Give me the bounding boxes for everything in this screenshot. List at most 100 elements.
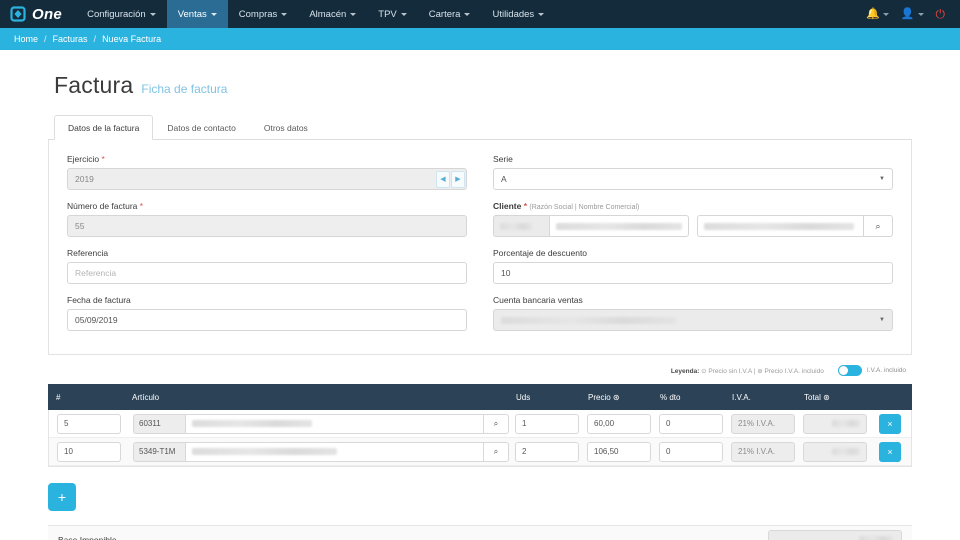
numero-factura-input[interactable]: 55 — [67, 215, 467, 237]
search-icon[interactable]: ⌕ — [863, 215, 893, 237]
cliente-comercial-input[interactable] — [697, 215, 863, 237]
row-total-input[interactable] — [803, 441, 867, 462]
field-serie: Serie A ▼ — [493, 154, 893, 190]
field-label: Serie — [493, 154, 513, 164]
bell-icon: 🔔 — [866, 7, 880, 20]
page-title: Factura Ficha de factura — [48, 50, 912, 109]
breadcrumb-item-home[interactable]: Home — [14, 34, 38, 44]
nav-item-tpv[interactable]: TPV — [367, 0, 417, 28]
redacted-value — [192, 420, 312, 427]
column-header-articulo: Artículo — [132, 392, 160, 402]
redacted-value — [859, 536, 893, 540]
fecha-factura-input[interactable]: 05/09/2019 — [67, 309, 467, 331]
delete-row-button[interactable]: × — [879, 441, 901, 462]
items-table-header: # Artículo Uds Precio ⊛ % dto I.V.A. Tot… — [48, 384, 912, 410]
user-menu-button[interactable]: 👤 — [896, 7, 929, 20]
table-row: 10 5349-T1M ⌕ 2 106,50 0 21% I.V.A. × — [49, 438, 911, 466]
nav-item-configuracion[interactable]: Configuración — [76, 0, 167, 28]
field-referencia: Referencia Referencia — [67, 248, 467, 284]
notifications-button[interactable]: 🔔 — [861, 7, 894, 20]
brand-logo[interactable]: One — [0, 0, 76, 28]
breadcrumb-separator: / — [44, 34, 47, 44]
logout-button[interactable]: ⏻ — [931, 8, 951, 20]
chevron-right-icon[interactable]: ▶ — [451, 170, 465, 188]
search-icon[interactable]: ⌕ — [483, 413, 509, 434]
power-icon: ⏻ — [935, 7, 946, 21]
row-dto-input[interactable]: 0 — [659, 441, 723, 462]
cuenta-bancaria-select[interactable]: ▼ — [493, 309, 893, 331]
total-row-base-imponible: Base Imponible — [48, 526, 912, 540]
nav-item-ventas[interactable]: Ventas — [166, 0, 228, 28]
nav-item-almacen[interactable]: Almacén — [298, 0, 367, 28]
field-hint: (Razón Social | Nombre Comercial) — [529, 204, 640, 211]
iva-toggle-label: I.V.A. incluido — [866, 367, 906, 374]
field-label: Cuenta bancaria ventas — [493, 295, 583, 305]
row-articulo-code[interactable]: 60311 — [133, 413, 185, 434]
nav-item-utilidades[interactable]: Utilidades — [481, 0, 555, 28]
nav-item-compras[interactable]: Compras — [228, 0, 299, 28]
row-iva-input[interactable]: 21% I.V.A. — [731, 413, 795, 434]
nav-item-label: Almacén — [309, 8, 347, 20]
user-icon: 👤 — [900, 7, 915, 20]
app-page: One Configuración Ventas Compras Almacén… — [0, 0, 960, 540]
breadcrumb-item-nueva-factura[interactable]: Nueva Factura — [102, 34, 161, 44]
nav-item-label: Compras — [238, 8, 278, 20]
field-label-text: Número de factura — [67, 201, 138, 211]
chevron-down-icon — [400, 12, 407, 16]
row-precio-input[interactable]: 60,00 — [587, 413, 651, 434]
porcentaje-descuento-input[interactable]: 10 — [493, 262, 893, 284]
row-precio-input[interactable]: 106,50 — [587, 441, 651, 462]
field-numero-factura: Número de factura * 55 — [67, 201, 467, 237]
tab-otros-datos[interactable]: Otros datos — [250, 115, 322, 140]
chevron-down-icon — [464, 12, 471, 16]
nav-item-cartera[interactable]: Cartera — [418, 0, 482, 28]
form-left-column: Ejercicio * 2019 ◀ ▶ Número de factura *… — [67, 154, 467, 342]
tab-bar: Datos de la factura Datos de contacto Ot… — [48, 115, 912, 140]
row-num-input[interactable]: 5 — [57, 413, 121, 434]
chevron-down-icon — [281, 12, 288, 16]
field-cliente: Cliente * (Razón Social | Nombre Comerci… — [493, 201, 893, 237]
search-icon[interactable]: ⌕ — [483, 441, 509, 462]
cliente-code-input[interactable] — [493, 215, 549, 237]
field-label: Referencia — [67, 248, 109, 258]
row-num-input[interactable]: 10 — [57, 441, 121, 462]
row-total-input[interactable] — [803, 413, 867, 434]
referencia-input[interactable]: Referencia — [67, 262, 467, 284]
row-articulo-group: 60311 ⌕ — [133, 413, 509, 434]
page-content: Factura Ficha de factura Datos de la fac… — [0, 50, 960, 540]
tab-datos-de-contacto[interactable]: Datos de contacto — [153, 115, 250, 140]
total-label: Base Imponible — [58, 534, 117, 540]
base-imponible-input[interactable] — [768, 529, 902, 540]
row-dto-input[interactable]: 0 — [659, 413, 723, 434]
ejercicio-input[interactable]: 2019 — [67, 168, 467, 190]
row-articulo-code[interactable]: 5349-T1M — [133, 441, 185, 462]
nav-menu: Configuración Ventas Compras Almacén TPV… — [76, 0, 555, 28]
add-line-button[interactable]: + — [48, 483, 76, 511]
tab-datos-de-la-factura[interactable]: Datos de la factura — [54, 115, 154, 140]
delete-row-button[interactable]: × — [879, 413, 901, 434]
column-header-uds: Uds — [516, 392, 531, 402]
row-uds-input[interactable]: 2 — [515, 441, 579, 462]
row-articulo-name[interactable] — [185, 441, 483, 462]
breadcrumb-item-facturas[interactable]: Facturas — [53, 34, 88, 44]
iva-included-toggle[interactable] — [837, 365, 862, 376]
row-uds-input[interactable]: 1 — [515, 413, 579, 434]
field-cuenta-bancaria: Cuenta bancaria ventas ▼ — [493, 295, 893, 331]
chevron-left-icon[interactable]: ◀ — [436, 170, 450, 188]
form-right-column: Serie A ▼ Cliente * (Razón Social | Nomb… — [493, 154, 893, 342]
items-table: # Artículo Uds Precio ⊛ % dto I.V.A. Tot… — [48, 384, 912, 467]
column-header-total: Total ⊛ — [804, 392, 830, 402]
page-title-subtitle: Ficha de factura — [141, 82, 228, 96]
field-label-text: Cliente — [493, 201, 522, 211]
row-iva-input[interactable]: 21% I.V.A. — [731, 441, 795, 462]
field-fecha-factura: Fecha de factura 05/09/2019 — [67, 295, 467, 331]
field-label: Cliente * (Razón Social | Nombre Comerci… — [493, 201, 893, 211]
row-articulo-name[interactable] — [185, 413, 483, 434]
cliente-name-input[interactable] — [549, 215, 689, 237]
chevron-down-icon: ▼ — [879, 317, 885, 323]
field-label: Fecha de factura — [67, 295, 131, 305]
column-header-iva: I.V.A. — [732, 392, 751, 402]
serie-select[interactable]: A ▼ — [493, 168, 893, 190]
nav-item-label: Configuración — [87, 8, 146, 20]
chevron-down-icon — [538, 12, 545, 16]
